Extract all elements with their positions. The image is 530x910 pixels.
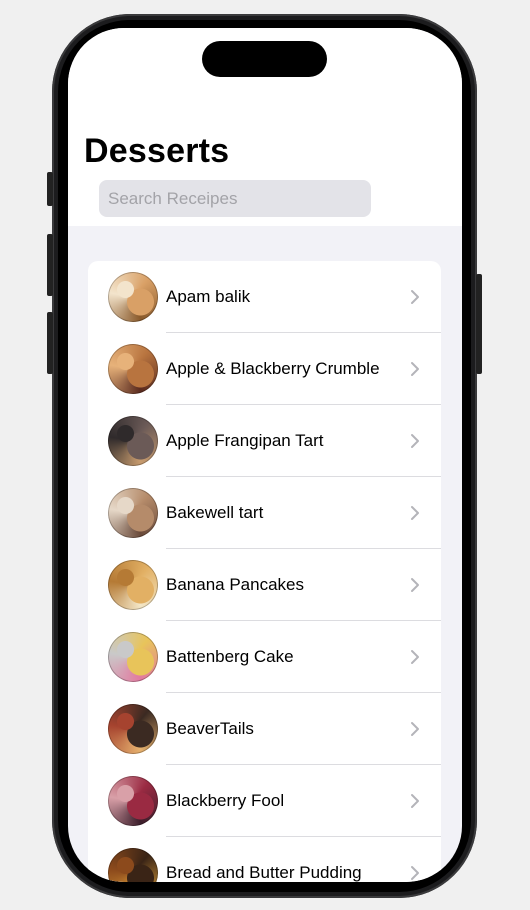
chevron-right-icon [411, 362, 419, 376]
recipe-name: Bakewell tart [166, 503, 264, 522]
chevron-right-icon [411, 722, 419, 736]
recipe-thumbnail [108, 488, 158, 538]
list-item[interactable]: Banana Pancakes [88, 549, 441, 621]
chevron-right-icon [411, 794, 419, 808]
recipe-thumbnail [108, 272, 158, 322]
list-item[interactable]: BeaverTails [88, 693, 441, 765]
dynamic-island [202, 41, 327, 77]
page-title: Desserts [84, 132, 230, 170]
recipe-thumbnail [108, 344, 158, 394]
list-item[interactable]: Battenberg Cake [88, 621, 441, 693]
recipe-name: Apam balik [166, 287, 251, 306]
chevron-right-icon [411, 650, 419, 664]
chevron-right-icon [411, 866, 419, 880]
recipe-thumbnail [108, 776, 158, 826]
recipe-thumbnail [108, 848, 158, 882]
recipe-name: Bread and Butter Pudding [166, 863, 362, 882]
volume-down-button [47, 312, 53, 374]
chevron-right-icon [411, 506, 419, 520]
chevron-right-icon [411, 290, 419, 304]
search-input[interactable] [99, 180, 371, 217]
recipe-name: Apple Frangipan Tart [166, 431, 324, 450]
volume-up-button [47, 234, 53, 296]
list-item[interactable]: Blackberry Fool [88, 765, 441, 837]
recipe-thumbnail [108, 632, 158, 682]
recipe-name: BeaverTails [166, 719, 254, 738]
list-item[interactable]: Bakewell tart [88, 477, 441, 549]
list-item[interactable]: Bread and Butter Pudding [88, 837, 441, 882]
list-item[interactable]: Apam balik [88, 261, 441, 333]
recipe-name: Battenberg Cake [166, 647, 294, 666]
recipe-name: Blackberry Fool [166, 791, 285, 810]
recipe-name: Banana Pancakes [166, 575, 304, 594]
chevron-right-icon [411, 434, 419, 448]
list-item[interactable]: Apple Frangipan Tart [88, 405, 441, 477]
recipe-name: Apple & Blackberry Crumble [166, 359, 380, 378]
recipe-thumbnail [108, 416, 158, 466]
recipe-thumbnail [108, 560, 158, 610]
recipe-thumbnail [108, 704, 158, 754]
power-button [476, 274, 482, 374]
action-button [47, 172, 53, 206]
screen: Desserts Apam balik Apple & Blackberry Cr… [68, 28, 462, 882]
recipe-list: Apam balik Apple & Blackberry Crumble Appl… [88, 261, 441, 882]
list-item[interactable]: Apple & Blackberry Crumble [88, 333, 441, 405]
chevron-right-icon [411, 578, 419, 592]
